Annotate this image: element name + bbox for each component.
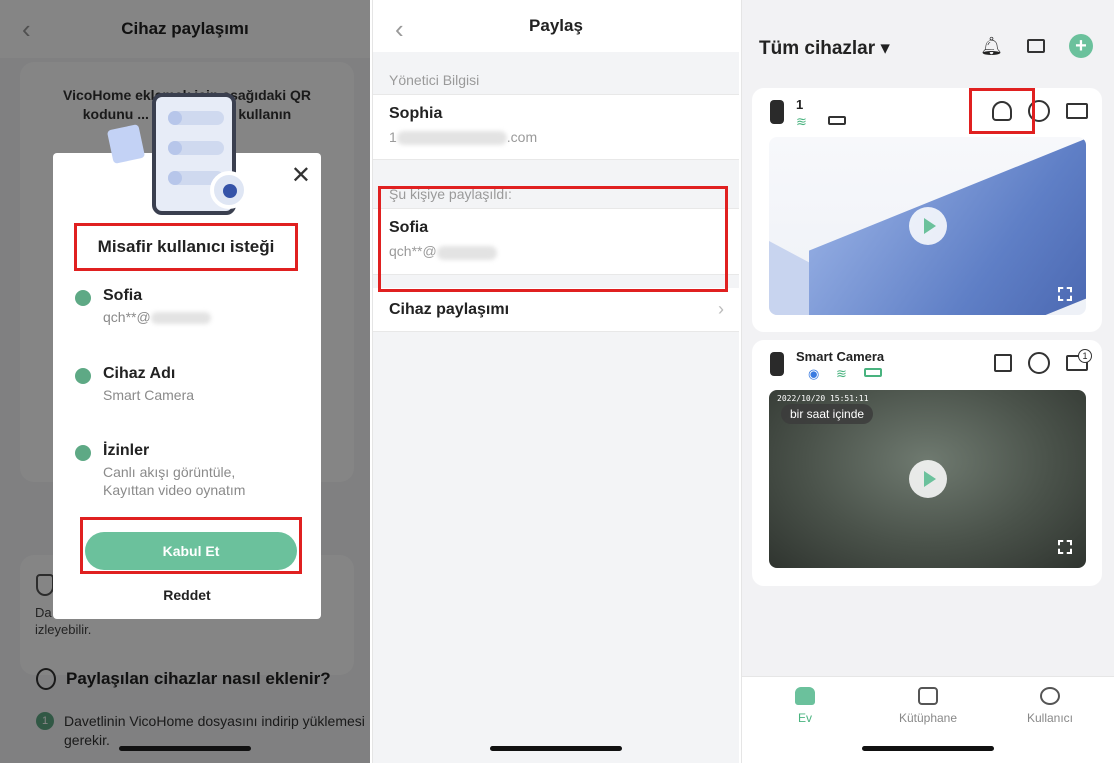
fullscreen-icon[interactable] xyxy=(1058,540,1072,554)
devices-dropdown[interactable]: Tüm cihazlar ▾ xyxy=(759,37,890,60)
modal-title: Misafir kullanıcı isteği xyxy=(74,223,298,271)
wifi-icon: ≋ xyxy=(796,114,807,129)
camera-icon xyxy=(75,368,91,384)
timestamp: 2022/10/20 15:51:11 xyxy=(777,394,869,403)
header: ‹ Paylaş xyxy=(373,0,739,52)
camera-device-icon xyxy=(770,100,784,124)
device-card: 1 ≋ xyxy=(752,88,1102,332)
device-share-row[interactable]: Cihaz paylaşımı › xyxy=(373,288,739,332)
motion-icon: ◉ xyxy=(808,366,820,381)
share-out-icon[interactable] xyxy=(994,354,1012,372)
share-highlight xyxy=(969,88,1035,134)
requester-name: Sofia xyxy=(103,287,143,304)
battery-charging-icon xyxy=(864,368,882,377)
device-name: Smart Camera xyxy=(796,349,885,364)
home-indicator xyxy=(119,746,251,751)
device-share-label: Cihaz paylaşımı xyxy=(389,300,510,318)
tab-library[interactable]: Kütüphane xyxy=(878,687,978,725)
person-icon xyxy=(75,290,91,306)
admin-email: 1 .com xyxy=(389,129,538,146)
cube-illustration xyxy=(106,124,146,164)
mail-icon[interactable] xyxy=(1066,103,1088,119)
back-chevron-icon[interactable]: ‹ xyxy=(395,14,404,45)
screen-all-devices: Tüm cihazlar ▾ 🔔︎ + 1 ≋ Smart Camera ◉ ≋ xyxy=(741,0,1114,763)
screen-device-sharing: ‹ Cihaz paylaşımı VicoHome eklemek için … xyxy=(0,0,370,763)
battery-icon xyxy=(828,116,846,125)
close-icon[interactable]: ✕ xyxy=(291,161,311,190)
home-indicator xyxy=(490,746,622,751)
fullscreen-icon[interactable] xyxy=(1058,287,1072,301)
play-icon[interactable] xyxy=(908,460,947,498)
home-icon xyxy=(795,687,815,705)
tab-home[interactable]: Ev xyxy=(755,687,855,725)
tab-user[interactable]: Kullanıcı xyxy=(1000,687,1100,725)
admin-name: Sophia xyxy=(389,105,443,122)
home-indicator xyxy=(862,746,994,751)
device-card: Smart Camera ◉ ≋ 1 2022/10/20 15:51:11 b… xyxy=(752,340,1102,586)
settings-icon[interactable] xyxy=(1028,352,1050,374)
shared-user-block: Sofia qch**@ xyxy=(373,208,739,275)
accept-highlight: Kabul Et xyxy=(80,517,302,574)
chevron-right-icon: › xyxy=(718,299,724,319)
device-value: Smart Camera xyxy=(103,387,195,403)
header: Tüm cihazlar ▾ 🔔︎ + xyxy=(742,0,1114,86)
camera-illustration xyxy=(210,171,248,209)
reject-button[interactable]: Reddet xyxy=(53,587,321,603)
unread-badge: 1 xyxy=(1078,349,1092,363)
accept-button[interactable]: Kabul Et xyxy=(85,532,297,570)
screen-share: ‹ Paylaş Yönetici Bilgisi Sophia 1 .com Ş… xyxy=(372,0,739,763)
sharing-illustration xyxy=(106,93,260,223)
camera-device-icon xyxy=(770,352,784,376)
shared-section-label: Şu kişiye paylaşıldı: xyxy=(389,186,512,203)
user-face-icon xyxy=(1040,687,1060,705)
video-preview[interactable] xyxy=(769,137,1086,315)
mail-icon[interactable]: 1 xyxy=(1066,349,1092,371)
device-info: Cihaz Adı Smart Camera xyxy=(75,365,194,404)
device-name: 1 xyxy=(796,97,804,112)
permissions-value: Canlı akışı görüntüle, Kayıttan video oy… xyxy=(103,464,246,498)
device-label: Cihaz Adı xyxy=(103,365,176,382)
monitor-icon[interactable] xyxy=(1027,39,1045,53)
permission-person-icon xyxy=(75,445,91,461)
header-actions: 🔔︎ + xyxy=(980,34,1093,58)
image-icon xyxy=(918,687,938,705)
bell-icon[interactable]: 🔔︎ xyxy=(980,36,1003,57)
building-illustration xyxy=(809,137,1086,315)
requester-info: Sofia qch**@ xyxy=(75,287,211,326)
shared-user-email: qch**@ xyxy=(389,243,723,260)
play-icon[interactable] xyxy=(908,207,947,245)
card-actions: 1 xyxy=(994,349,1092,374)
admin-section-label: Yönetici Bilgisi xyxy=(389,72,480,88)
video-preview[interactable]: 2022/10/20 15:51:11 bir saat içinde xyxy=(769,390,1086,568)
permissions-label: İzinler xyxy=(103,442,150,459)
recency-chip: bir saat içinde xyxy=(781,404,874,424)
requester-email: qch**@ xyxy=(103,308,211,326)
shared-user-name: Sofia xyxy=(389,219,429,237)
wifi-icon: ≋ xyxy=(836,366,847,381)
add-device-icon[interactable]: + xyxy=(1069,34,1093,58)
admin-block: Sophia 1 .com xyxy=(373,94,739,161)
page-title: Paylaş xyxy=(529,16,583,35)
permissions-info: İzinler Canlı akışı görüntüle, Kayıttan … xyxy=(75,442,283,499)
